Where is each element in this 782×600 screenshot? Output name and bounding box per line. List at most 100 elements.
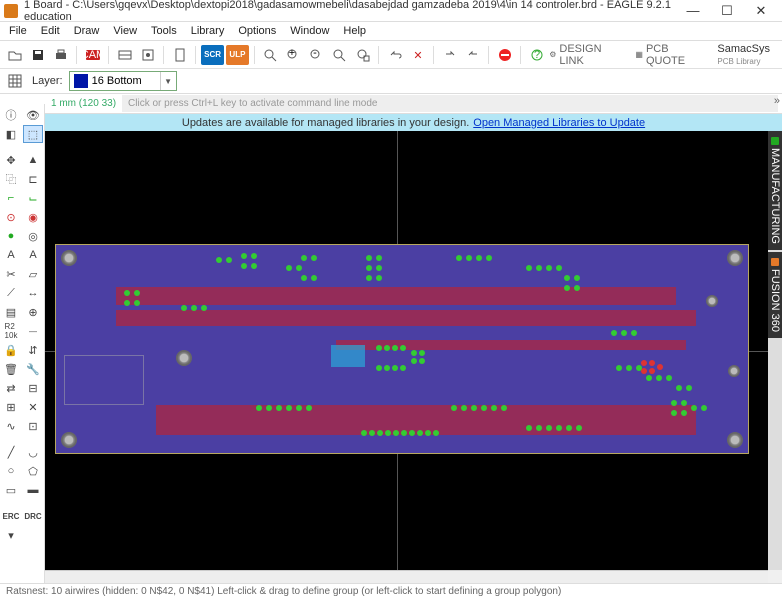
redo2-icon[interactable] (462, 44, 483, 66)
samacsys-brand[interactable]: SamacSysPCB Library (717, 43, 770, 67)
zoom-fit-icon[interactable] (260, 44, 281, 66)
drc-button[interactable]: DRC (23, 507, 43, 525)
svg-text:-: - (314, 48, 318, 59)
board-icon[interactable] (114, 44, 135, 66)
banner-link[interactable]: Open Managed Libraries to Update (473, 117, 645, 129)
paste-tool-icon[interactable]: ▤ (1, 303, 21, 321)
line-tool-icon[interactable]: ╱ (1, 443, 21, 461)
zoom-select-icon[interactable] (352, 44, 373, 66)
maximize-button[interactable]: ☐ (710, 0, 744, 22)
attribute-tool-icon[interactable]: A (23, 246, 43, 264)
copy-tool-icon[interactable]: ⿻ (1, 170, 21, 188)
zoom-out-icon[interactable]: - (306, 44, 327, 66)
close-button[interactable]: ✕ (744, 0, 778, 22)
route-tool-icon[interactable]: ⌐ (1, 189, 21, 207)
menu-options[interactable]: Options (231, 23, 283, 39)
info-tool-icon[interactable]: ⓘ (1, 106, 21, 124)
move-tool-icon[interactable]: ✥ (1, 151, 21, 169)
group-tool-icon[interactable]: ⬚ (23, 125, 43, 143)
mounting-hole (706, 295, 718, 307)
delete-tool-icon[interactable]: 🗑 (1, 360, 21, 378)
undo-icon[interactable] (384, 44, 405, 66)
save-icon[interactable] (27, 44, 48, 66)
split-tool-icon[interactable]: ✂ (1, 265, 21, 283)
undo2-icon[interactable] (439, 44, 460, 66)
erc-button[interactable]: ERC (1, 507, 21, 525)
layer-bar: Layer: 16 Bottom ▼ (0, 69, 782, 94)
change-tool-icon[interactable]: 🔧 (23, 360, 43, 378)
menu-view[interactable]: View (106, 23, 144, 39)
copper-trace (116, 310, 696, 326)
menu-tools[interactable]: Tools (144, 23, 184, 39)
pinswap-tool-icon[interactable]: ⇵ (23, 341, 43, 359)
go-icon[interactable]: ? (526, 44, 547, 66)
autoroute-tool-icon[interactable]: ⊡ (23, 417, 43, 435)
layers-tool-icon[interactable]: ◧ (1, 125, 21, 143)
menu-draw[interactable]: Draw (67, 23, 107, 39)
mirror-tool-icon[interactable]: ▲ (23, 151, 43, 169)
expand-icon[interactable]: » (774, 95, 780, 107)
smash-tool-icon[interactable]: ⊟ (23, 379, 43, 397)
command-line[interactable]: Click or press Ctrl+L key to activate co… (122, 95, 778, 112)
design-link[interactable]: ⚙ DESIGN LINK (549, 43, 623, 67)
minimize-button[interactable]: — (676, 0, 710, 22)
dimension-tool-icon[interactable]: ↔ (23, 284, 43, 302)
board-canvas[interactable] (45, 131, 768, 570)
menu-help[interactable]: Help (336, 23, 373, 39)
svg-text:+: + (289, 48, 295, 59)
zoom-redraw-icon[interactable] (329, 44, 350, 66)
ripup-tool-icon[interactable]: ⊙ (1, 208, 21, 226)
scr-button[interactable]: SCR (201, 45, 224, 65)
zoom-in-icon[interactable]: + (283, 44, 304, 66)
signal-tool-icon[interactable]: ◉ (23, 208, 43, 226)
fusion360-tab[interactable]: FUSION 360 (768, 252, 782, 338)
rect-tool-icon[interactable]: ▭ (1, 481, 21, 499)
layer-select[interactable]: 16 Bottom ▼ (69, 71, 177, 91)
stop-icon[interactable] (494, 44, 515, 66)
optimize-tool-icon[interactable]: ⊞ (1, 398, 21, 416)
open-icon[interactable] (4, 44, 25, 66)
print-icon[interactable] (50, 44, 71, 66)
polygon-tool-icon[interactable]: ▱ (23, 265, 43, 283)
mounting-hole (61, 432, 77, 448)
manufacturing-tab[interactable]: MANUFACTURING (768, 131, 782, 250)
menu-window[interactable]: Window (283, 23, 336, 39)
ulp-button[interactable]: ULP (226, 45, 249, 65)
hole-tool-icon[interactable]: ◎ (23, 227, 43, 245)
add-tool-icon[interactable]: ⊕ (23, 303, 43, 321)
menu-edit[interactable]: Edit (34, 23, 67, 39)
schematic-icon[interactable] (137, 44, 158, 66)
menubar: File Edit Draw View Tools Library Option… (0, 22, 782, 41)
arc-tool-icon[interactable]: ◡ (23, 443, 43, 461)
titlebar: 1 Board - C:\Users\gqevx\Desktop\dextopi… (0, 0, 782, 22)
poly2-tool-icon[interactable]: ⬠ (23, 462, 43, 480)
rotate-tool-icon[interactable]: ⊏ (23, 170, 43, 188)
redo-cancel-icon[interactable]: ✕ (407, 44, 428, 66)
main-toolbar: CAM SCR ULP + - ✕ ? ⚙ DESIGN LINK ▦ PCB … (0, 41, 782, 69)
horizontal-scrollbar[interactable] (45, 570, 768, 583)
mounting-hole (728, 365, 740, 377)
via-tool-icon[interactable]: ● (1, 227, 21, 245)
circle-tool-icon[interactable]: ○ (1, 462, 21, 480)
meander-tool-icon[interactable]: ∿ (1, 417, 21, 435)
menu-file[interactable]: File (2, 23, 34, 39)
replace-tool-icon[interactable]: ⇄ (1, 379, 21, 397)
menu-library[interactable]: Library (184, 23, 232, 39)
miter-tool-icon[interactable]: ⟋ (1, 284, 21, 302)
cam-icon[interactable]: CAM (82, 44, 103, 66)
chevron-down-icon[interactable]: ▼ (160, 72, 176, 90)
down-icon[interactable]: ▾ (1, 526, 21, 544)
sheet-icon[interactable] (169, 44, 190, 66)
pcb-quote[interactable]: ▦ PCB QUOTE (635, 43, 705, 67)
svg-text:?: ? (534, 49, 540, 61)
show-tool-icon[interactable]: 👁 (23, 106, 43, 124)
grid-icon[interactable] (4, 70, 26, 92)
fill-tool-icon[interactable]: ▬ (23, 481, 43, 499)
text-tool-icon[interactable]: A (1, 246, 21, 264)
lock-tool-icon[interactable]: 🔒 (1, 341, 21, 359)
ratsnest-tool-icon[interactable]: ✕ (23, 398, 43, 416)
route2-tool-icon[interactable]: ⌙ (23, 189, 43, 207)
name-tool-icon[interactable]: — (23, 322, 43, 340)
coordinates: 1 mm (120 33) (45, 98, 122, 109)
value-tool-icon[interactable]: R210k (1, 322, 21, 340)
